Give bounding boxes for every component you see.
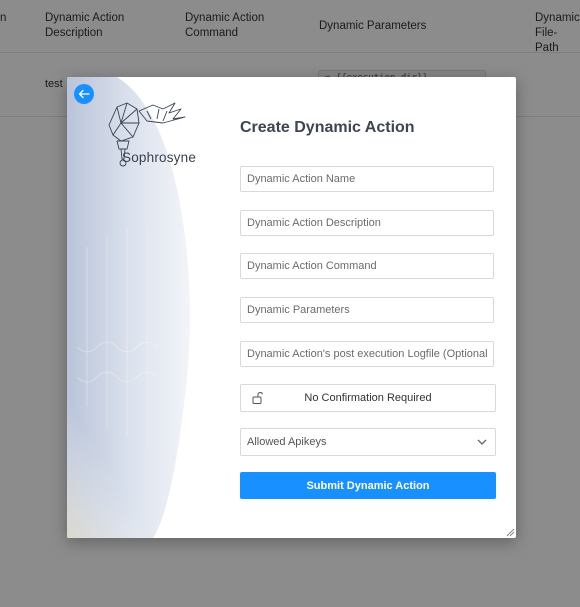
arrow-left-icon [78,89,90,99]
confirmation-label: No Confirmation Required [304,392,432,404]
action-command-input[interactable] [240,253,494,279]
back-button[interactable] [74,84,94,104]
logfile-input[interactable] [240,341,494,367]
action-parameters-input[interactable] [240,297,494,323]
create-dynamic-action-modal: Sophrosyne Create Dynamic Action No Conf… [67,77,516,538]
allowed-apikeys-select[interactable]: Allowed Apikeys [240,428,496,456]
action-name-input[interactable] [240,166,494,192]
brand-name: Sophrosyne [122,150,197,165]
modal-title: Create Dynamic Action [240,119,415,136]
confirmation-toggle[interactable]: No Confirmation Required [240,384,496,412]
submit-button[interactable]: Submit Dynamic Action [240,472,496,499]
apikeys-label: Allowed Apikeys [247,436,327,448]
resize-handle-icon[interactable] [505,527,515,537]
action-description-input[interactable] [240,210,494,236]
chevron-down-icon [477,439,487,445]
